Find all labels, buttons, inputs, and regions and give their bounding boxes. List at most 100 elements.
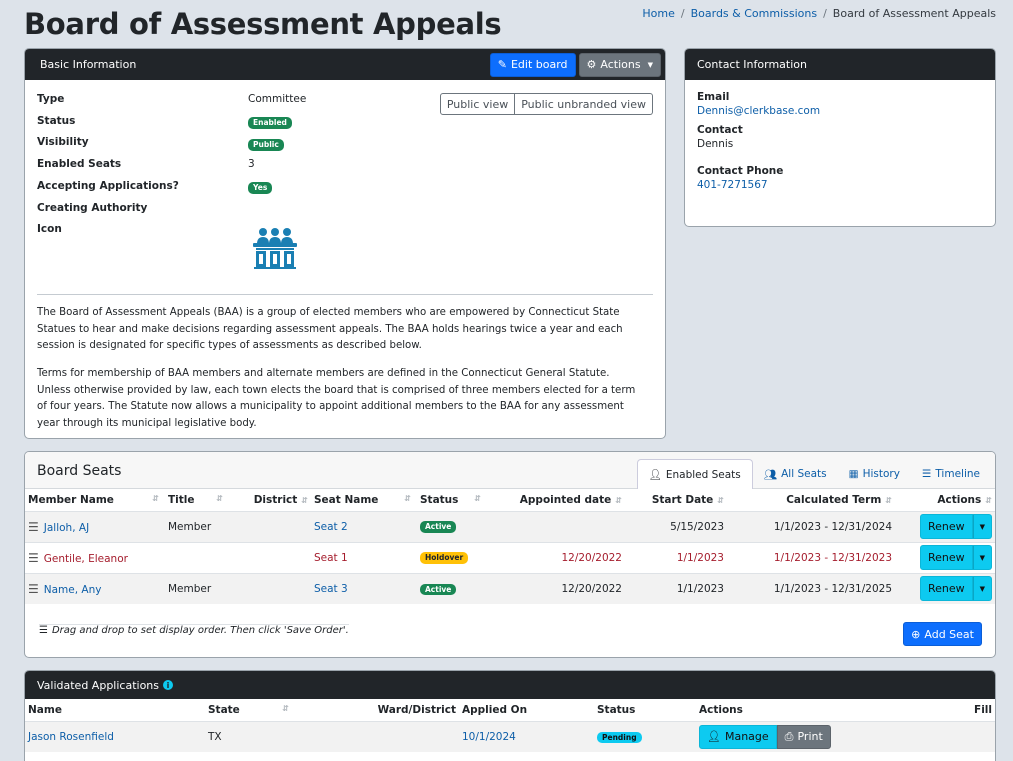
drag-handle-icon[interactable]: ☰ [28, 551, 39, 565]
renew-button[interactable]: Renew [919, 545, 973, 570]
drag-handle-icon: ☰ [39, 625, 48, 636]
divider [37, 294, 653, 295]
seat-link[interactable]: Seat 2 [314, 521, 348, 533]
status-badge: Enabled [248, 117, 292, 129]
board-podium-icon [251, 226, 299, 273]
icon-label: Icon [37, 223, 62, 235]
board-seats-table: Member Name ⇵ Title ⇵ District ⇵ Seat Name ⇵… [25, 489, 995, 604]
col-district[interactable]: District ⇵ [229, 489, 311, 511]
col-status[interactable]: Status ⇵ [417, 489, 487, 511]
user-icon: 👤︎ [648, 469, 662, 481]
contact-information-card: Contact Information Email Dennis@clerkba… [684, 48, 996, 227]
visibility-badge: Public [248, 139, 284, 151]
email-label: Email [697, 91, 730, 103]
pencil-icon: ✎ [497, 58, 507, 71]
col-seat-name[interactable]: Seat Name ⇵ [311, 489, 417, 511]
col-name[interactable]: Name [25, 699, 205, 721]
table-row: Jason Rosenfield TX 10/1/2024 Pending 👤︎… [25, 720, 995, 752]
page-title: Board of Assessment Appeals [24, 7, 502, 41]
printer-icon: ⎙ [784, 729, 794, 743]
renew-split-button: Renew ▼ [919, 545, 992, 570]
col-status[interactable]: Status [594, 699, 696, 721]
validated-applications-table: Name State ⇵ Ward/District Applied On Sta… [25, 699, 995, 752]
print-button[interactable]: ⎙ Print [776, 724, 831, 749]
table-row: ☰ Gentile, Eleanor Seat 1 Holdover 12/20/… [25, 541, 995, 573]
status-badge: Holdover [420, 552, 469, 564]
col-applied-on[interactable]: Applied On [459, 699, 594, 721]
users-icon: 👥︎ [763, 468, 778, 481]
accepting-applications-label: Accepting Applications? [37, 180, 179, 192]
renew-button[interactable]: Renew [919, 514, 973, 539]
applicant-link[interactable]: Jason Rosenfield [28, 731, 114, 743]
enabled-seats-value: 3 [248, 158, 255, 170]
enabled-seats-label: Enabled Seats [37, 158, 122, 170]
caret-down-icon[interactable]: ▼ [972, 545, 992, 570]
member-link[interactable]: Gentile, Eleanor [44, 553, 128, 565]
table-row: ☰ Jalloh, AJ Member Seat 2 Active 5/15/20… [25, 510, 995, 542]
seat-link[interactable]: Seat 3 [314, 583, 348, 595]
public-unbranded-view-button[interactable]: Public unbranded view [515, 93, 653, 115]
edit-board-button[interactable]: ✎ Edit board [489, 52, 576, 77]
type-value: Committee [248, 93, 307, 105]
user-icon: 👤︎ [707, 730, 721, 744]
col-actions[interactable]: Actions ⇵ [895, 489, 995, 511]
visibility-label: Visibility [37, 136, 89, 148]
breadcrumb-boards[interactable]: Boards & Commissions [691, 7, 817, 20]
col-member-name[interactable]: Member Name ⇵ [25, 489, 165, 511]
board-seats-card: Board Seats 👤︎ Enabled Seats 👥︎ All Seat… [24, 451, 996, 658]
manage-button[interactable]: 👤︎ Manage [699, 724, 777, 749]
status-badge: Active [420, 583, 457, 595]
status-badge: Pending [597, 731, 642, 743]
accepting-applications-badge: Yes [248, 182, 273, 194]
basic-information-header: Basic Information ✎ Edit board ⚙ Actions… [25, 49, 665, 80]
tab-enabled-seats[interactable]: 👤︎ Enabled Seats [636, 459, 753, 489]
caret-down-icon[interactable]: ▼ [972, 514, 992, 539]
renew-button[interactable]: Renew [919, 576, 973, 602]
actions-dropdown-button[interactable]: ⚙ Actions ▼ [578, 52, 661, 77]
contact-phone-label: Contact Phone [697, 165, 784, 177]
member-link[interactable]: Name, Any [44, 584, 102, 596]
drag-note: Drag and drop to set display order. Then… [51, 625, 349, 636]
contact-phone-link[interactable]: 401-7271567 [697, 179, 820, 191]
description-paragraph-1: The Board of Assessment Appeals (BAA) is… [37, 307, 623, 351]
breadcrumb-home[interactable]: Home [642, 7, 674, 20]
add-seat-button[interactable]: ⊕ Add Seat [903, 622, 982, 646]
table-row: ☰ Name, Any Member Seat 3 Active 12/20/20… [25, 572, 995, 604]
caret-down-icon: ▼ [647, 60, 653, 69]
col-state[interactable]: State ⇵ [205, 699, 295, 721]
col-fill: Fill [974, 703, 992, 716]
status-label: Status [37, 115, 76, 127]
public-view-button[interactable]: Public view [439, 93, 516, 115]
info-icon[interactable]: i [163, 680, 173, 690]
col-ward-district[interactable]: Ward/District [295, 699, 459, 721]
breadcrumb-current: Board of Assessment Appeals [832, 7, 996, 20]
col-title[interactable]: Title ⇵ [165, 489, 229, 511]
col-calculated-term[interactable]: Calculated Term ⇵ [727, 489, 895, 511]
basic-information-title: Basic Information [40, 58, 137, 71]
applied-on-link[interactable]: 10/1/2024 [462, 731, 516, 743]
tab-timeline[interactable]: ☰ Timeline [911, 459, 991, 489]
col-appointed-date[interactable]: Appointed date ⇵ [487, 489, 625, 511]
tab-all-seats[interactable]: 👥︎ All Seats [753, 459, 838, 489]
tab-history[interactable]: ▦ History [838, 459, 911, 489]
renew-split-button: Renew ▼ [919, 514, 992, 539]
drag-handle-icon[interactable]: ☰ [28, 582, 39, 596]
contact-information-header: Contact Information [685, 49, 995, 80]
renew-split-button: Renew ▼ [919, 576, 992, 602]
col-start-date[interactable]: Start Date ⇵ [625, 489, 727, 511]
status-badge: Active [420, 521, 457, 533]
validated-applications-card: Validated Applications i Name State ⇵ War… [24, 670, 996, 761]
gears-icon: ⚙ [586, 58, 597, 71]
calendar-icon: ▦ [848, 468, 859, 480]
type-label: Type [37, 93, 65, 105]
member-link[interactable]: Jalloh, AJ [44, 522, 89, 534]
contact-label: Contact [697, 124, 743, 136]
basic-information-card: Basic Information ✎ Edit board ⚙ Actions… [24, 48, 666, 439]
seat-link[interactable]: Seat 1 [314, 552, 348, 564]
caret-down-icon[interactable]: ▼ [972, 576, 992, 602]
seat-tabs: 👤︎ Enabled Seats 👥︎ All Seats ▦ History … [636, 459, 991, 489]
email-link[interactable]: Dennis@clerkbase.com [697, 105, 820, 117]
description-paragraph-2: Terms for membership of BAA members and … [37, 368, 636, 429]
validated-applications-header: Validated Applications i [25, 671, 995, 699]
drag-handle-icon[interactable]: ☰ [28, 520, 39, 534]
